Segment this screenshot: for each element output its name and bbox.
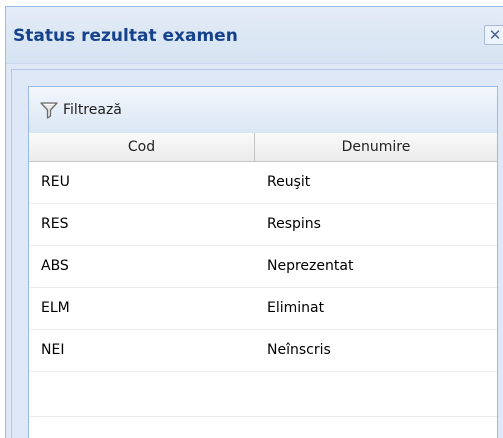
- cell-cod: NEI: [41, 342, 65, 358]
- cell-denumire: Reuşit: [267, 174, 311, 190]
- cell-denumire: Eliminat: [267, 300, 325, 316]
- column-header-cod[interactable]: Cod: [29, 133, 255, 161]
- table-row[interactable]: REU Reuşit: [29, 162, 497, 204]
- grid-body: REU Reuşit RES Respins ABS Neprezentat E…: [29, 162, 497, 417]
- table-row[interactable]: RES Respins: [29, 204, 497, 246]
- close-button[interactable]: ✕: [484, 25, 503, 45]
- cell-denumire: Respins: [267, 216, 321, 232]
- filter-button[interactable]: Filtrează: [39, 99, 122, 121]
- window-title: Status rezultat examen: [13, 26, 238, 46]
- table-row[interactable]: NEI Neînscris: [29, 330, 497, 372]
- window-header[interactable]: Status rezultat examen ✕: [6, 7, 503, 64]
- cell-cod: RES: [41, 216, 69, 232]
- column-header-denumire[interactable]: Denumire: [255, 133, 497, 161]
- grid-header: Cod Denumire: [29, 133, 497, 162]
- table-row[interactable]: ABS Neprezentat: [29, 246, 497, 288]
- close-icon: ✕: [488, 26, 502, 44]
- funnel-icon: [40, 102, 58, 119]
- table-row[interactable]: ELM Eliminat: [29, 288, 497, 330]
- cell-denumire: Neînscris: [267, 342, 331, 358]
- empty-row: [29, 372, 497, 417]
- grid-toolbar: Filtrează: [29, 87, 497, 134]
- cell-cod: REU: [41, 174, 70, 190]
- filter-label: Filtrează: [63, 102, 122, 118]
- cell-cod: ABS: [41, 258, 69, 274]
- grid-panel: Filtrează Cod Denumire REU Reuşit RES Re…: [28, 86, 498, 438]
- cell-cod: ELM: [41, 300, 70, 316]
- screen: Status rezultat examen ✕ Filtrează Cod D…: [0, 0, 503, 438]
- cell-denumire: Neprezentat: [267, 258, 354, 274]
